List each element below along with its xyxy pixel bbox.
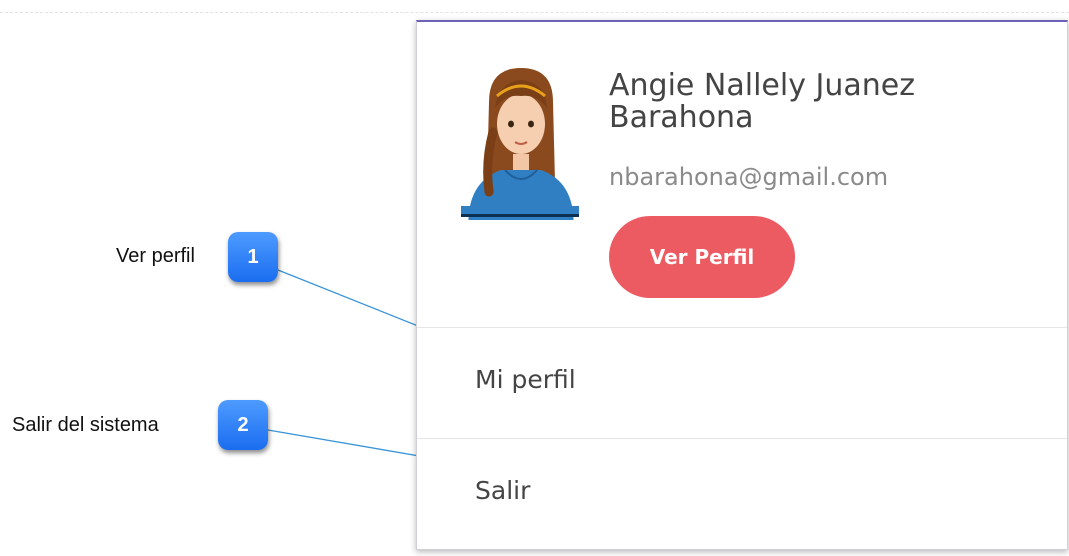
user-name: Angie Nallely Juanez Barahona [609,68,915,135]
view-profile-button[interactable]: Ver Perfil [609,216,795,298]
callout-2-label: Salir del sistema [12,414,159,436]
user-email: nbarahona@gmail.com [609,163,889,191]
menu-item-label: Salir [475,476,531,505]
callout-1-badge: 1 [228,232,278,282]
menu-item-logout[interactable]: Salir [417,439,1067,549]
user-dropdown-panel: Angie Nallely Juanez Barahona nbarahona@… [416,20,1068,550]
callout-2-badge: 2 [218,400,268,450]
menu-item-label: Mi perfil [475,365,576,394]
callout-1-label: Ver perfil [116,245,195,267]
top-dashed-separator [0,12,1069,13]
user-avatar [461,68,579,220]
menu-item-my-profile[interactable]: Mi perfil [417,328,1067,438]
